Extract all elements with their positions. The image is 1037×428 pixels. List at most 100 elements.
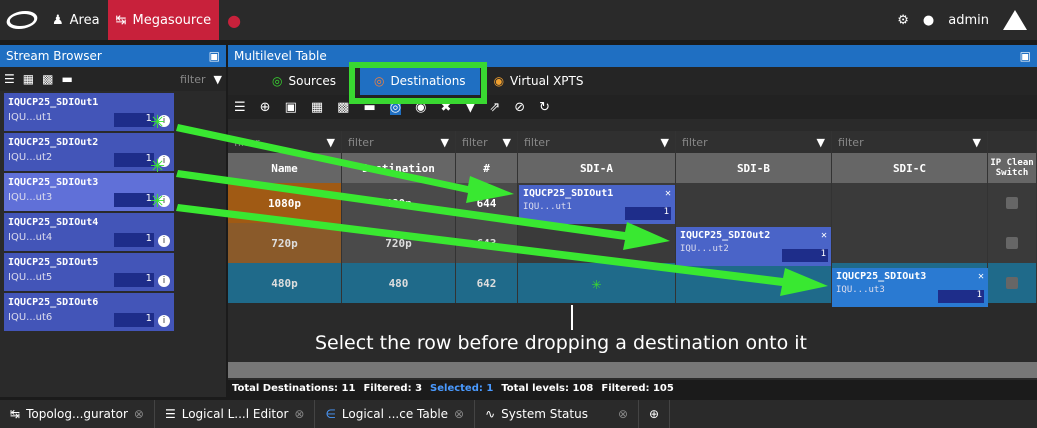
tiles-view-icon[interactable]: ▩	[42, 72, 53, 86]
gear-icon[interactable]: ⚙	[897, 13, 909, 28]
horizontal-scrollbar[interactable]	[228, 362, 1037, 378]
filter-number[interactable]: filter ▼	[456, 131, 518, 153]
cell-ip-clean[interactable]	[988, 183, 1037, 223]
remove-icon[interactable]: ✕	[821, 230, 827, 241]
cell-ip-clean[interactable]	[988, 263, 1037, 303]
filter-icon[interactable]: ▼	[327, 136, 335, 149]
filter-destination[interactable]: filter ▼	[342, 131, 456, 153]
stream-item[interactable]: IQUCP25_SDIOut3 IQU...ut3 1 i	[4, 173, 174, 211]
tab-logical-table[interactable]: ∈ Logical ...ce Table ⊗	[315, 400, 476, 428]
cell-sdi-c[interactable]	[832, 223, 988, 263]
assigned-destination[interactable]: IQUCP25_SDIOut1 ✕ IQU...ut1 1	[519, 185, 675, 224]
filter-icon[interactable]: ▼	[817, 136, 825, 149]
grid-icon[interactable]: ▦	[311, 100, 323, 115]
grid-view-icon[interactable]: ▦	[23, 72, 34, 86]
tab-sources[interactable]: ◎ Sources	[258, 67, 350, 95]
filter-sdi-a[interactable]: filter ▼	[518, 131, 676, 153]
card-view-icon[interactable]: ▬	[61, 72, 72, 86]
stream-item[interactable]: IQUCP25_SDIOut4 IQU...ut4 1 i	[4, 213, 174, 251]
cell-name: 480p	[228, 263, 342, 303]
cell-name: 720p	[228, 223, 342, 263]
cell-ip-clean[interactable]	[988, 223, 1037, 263]
info-icon[interactable]: i	[158, 115, 170, 127]
megasource-button[interactable]: ↹ Megasource	[107, 0, 220, 40]
add-icon: ⊕	[649, 407, 660, 421]
refresh-icon[interactable]: ↻	[539, 100, 550, 115]
pin-icon[interactable]: ●	[219, 0, 249, 40]
megasource-icon: ↹	[115, 12, 127, 28]
stream-filter-input[interactable]: filter	[180, 73, 206, 86]
close-icon[interactable]: ⊗	[454, 407, 464, 421]
info-icon[interactable]: i	[158, 155, 170, 167]
col-ip-clean-switch[interactable]: IP Clean Switch	[988, 153, 1037, 183]
delete-icon[interactable]: ▣	[285, 100, 297, 115]
warning-icon[interactable]	[1003, 10, 1027, 30]
tab-system-status[interactable]: ∿ System Status ⊗	[475, 400, 640, 428]
table-row[interactable]: 720p 720p 643	[228, 223, 1037, 263]
stream-item[interactable]: IQUCP25_SDIOut1 IQU...ut1 1 i	[4, 93, 174, 131]
info-icon[interactable]: i	[158, 235, 170, 247]
tiles-icon[interactable]: ▩	[337, 100, 349, 115]
cell-sdi-c[interactable]	[832, 183, 988, 223]
col-sdi-a[interactable]: SDI-A	[518, 153, 676, 183]
tab-logical-editor[interactable]: ☰ Logical L...l Editor ⊗	[155, 400, 316, 428]
filter-name[interactable]: filter ▼	[228, 131, 342, 153]
list-view-icon[interactable]: ☰	[4, 72, 15, 86]
assigned-destination[interactable]: IQUCP25_SDIOut2 ✕ IQU...ut2 1	[676, 227, 831, 266]
filter-ip-clean	[988, 131, 1037, 153]
assigned-destination[interactable]: IQUCP25_SDIOut3 ✕ IQU...ut3 1	[832, 268, 988, 307]
menu-icon[interactable]: ☰	[234, 100, 246, 115]
unassign-icon[interactable]: ⊘	[514, 100, 525, 115]
col-name[interactable]: Name	[228, 153, 342, 183]
filter-icon[interactable]: ▼	[973, 136, 981, 149]
add-tab-button[interactable]: ⊕	[639, 400, 671, 428]
close-icon[interactable]: ⊗	[618, 407, 628, 421]
ip-clean-checkbox[interactable]	[1006, 237, 1018, 249]
filter-sdi-b[interactable]: filter ▼	[676, 131, 832, 153]
cell-number: 644	[456, 183, 518, 223]
filter-icon[interactable]: ▼	[441, 136, 449, 149]
cell-sdi-b[interactable]	[676, 183, 832, 223]
stream-browser-toolbar: ☰ ▦ ▩ ▬ filter ▼	[0, 67, 226, 91]
area-button[interactable]: ♟ Area	[44, 0, 108, 40]
pulse-icon: ∿	[485, 407, 496, 421]
stream-item[interactable]: IQUCP25_SDIOut2 IQU...ut2 1 i	[4, 133, 174, 171]
filter-icon[interactable]: ▼	[503, 136, 511, 149]
remove-icon[interactable]: ✕	[978, 271, 984, 282]
info-icon[interactable]: i	[158, 195, 170, 207]
ip-clean-checkbox[interactable]	[1006, 277, 1018, 289]
user-name[interactable]: admin	[948, 13, 989, 28]
bottom-tab-bar: ↹ Topolog...gurator ⊗ ☰ Logical L...l Edito…	[0, 400, 1037, 428]
col-sdi-c[interactable]: SDI-C	[832, 153, 988, 183]
virtual-xpts-icon: ◉	[493, 74, 505, 88]
close-icon[interactable]: ⊗	[294, 407, 304, 421]
info-icon[interactable]: i	[158, 315, 170, 327]
export-icon[interactable]: ⇗	[489, 100, 500, 115]
info-icon[interactable]: i	[158, 275, 170, 287]
popout-icon[interactable]: ▣	[209, 49, 220, 63]
col-number[interactable]: #	[456, 153, 518, 183]
filter-icon[interactable]: ▼	[661, 136, 669, 149]
stream-item[interactable]: IQUCP25_SDIOut5 IQU...ut5 1 i	[4, 253, 174, 291]
add-icon[interactable]: ⊕	[260, 100, 271, 115]
filter-icon[interactable]: ▼	[214, 73, 222, 86]
area-icon: ♟	[52, 12, 64, 28]
cell-sdi-b[interactable]	[676, 263, 832, 303]
tab-topology[interactable]: ↹ Topolog...gurator ⊗	[0, 400, 155, 428]
ip-clean-checkbox[interactable]	[1006, 197, 1018, 209]
tab-virtual-xpts[interactable]: ◉ Virtual XPTS	[480, 67, 598, 95]
col-sdi-b[interactable]: SDI-B	[676, 153, 832, 183]
logical-table-icon: ∈	[325, 407, 336, 421]
remove-icon[interactable]: ✕	[665, 188, 671, 199]
close-icon[interactable]: ⊗	[134, 407, 144, 421]
col-destination[interactable]: Destination	[342, 153, 456, 183]
popout-icon[interactable]: ▣	[1020, 49, 1031, 63]
filter-sdi-c[interactable]: filter ▼	[832, 131, 988, 153]
cell-sdi-a[interactable]: ✳	[518, 263, 676, 303]
sources-icon: ◎	[272, 74, 283, 88]
editor-icon: ☰	[164, 407, 176, 421]
filter-row: filter ▼ filter ▼ filter ▼ filter ▼ filter ▼ …	[228, 131, 1037, 153]
stream-item[interactable]: IQUCP25_SDIOut6 IQU...ut6 1 i	[4, 293, 174, 331]
cell-sdi-a[interactable]	[518, 223, 676, 263]
gv-logo[interactable]	[0, 0, 44, 40]
